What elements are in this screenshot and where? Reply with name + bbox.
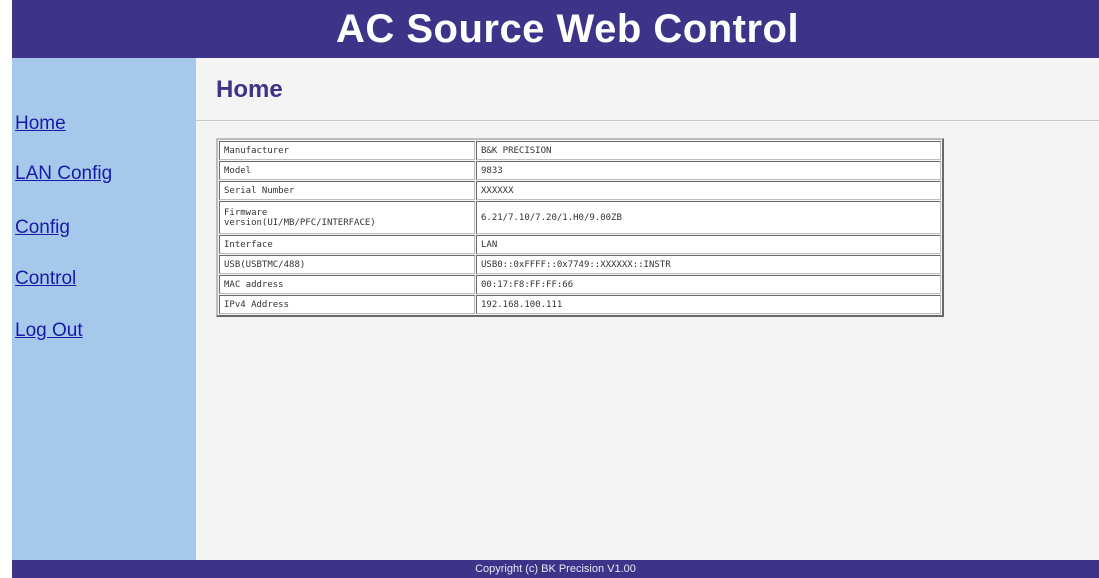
table-row: Serial Number XXXXXX bbox=[219, 181, 941, 200]
app-header: AC Source Web Control bbox=[12, 0, 1099, 58]
sidebar-item-home[interactable]: Home bbox=[15, 113, 66, 135]
main-content: Home Manufacturer B&K PRECISION Model 98… bbox=[196, 58, 1099, 560]
firmware-label: Firmware version(UI/MB/PFC/INTERFACE) bbox=[219, 201, 475, 234]
usb-label: USB(USBTMC/488) bbox=[219, 255, 475, 274]
serial-number-label: Serial Number bbox=[219, 181, 475, 200]
table-row: USB(USBTMC/488) USB0::0xFFFF::0x7749::XX… bbox=[219, 255, 941, 274]
model-label: Model bbox=[219, 161, 475, 180]
page-title: Home bbox=[216, 76, 283, 103]
sidebar-item-config[interactable]: Config bbox=[15, 217, 70, 239]
interface-label: Interface bbox=[219, 235, 475, 254]
table-row: IPv4 Address 192.168.100.111 bbox=[219, 295, 941, 314]
table-row: MAC address 00:17:F8:FF:FF:66 bbox=[219, 275, 941, 294]
model-value: 9833 bbox=[476, 161, 941, 180]
title-divider bbox=[196, 120, 1099, 121]
sidebar-item-lan-config[interactable]: LAN Config bbox=[15, 163, 112, 185]
device-info-table: Manufacturer B&K PRECISION Model 9833 Se… bbox=[216, 138, 944, 317]
firmware-label-line1: Firmware bbox=[224, 207, 268, 218]
manufacturer-label: Manufacturer bbox=[219, 141, 475, 160]
firmware-label-line2: version(UI/MB/PFC/INTERFACE) bbox=[224, 217, 376, 228]
table-row: Manufacturer B&K PRECISION bbox=[219, 141, 941, 160]
mac-address-value: 00:17:F8:FF:FF:66 bbox=[476, 275, 941, 294]
sidebar-item-log-out[interactable]: Log Out bbox=[15, 320, 83, 342]
interface-value: LAN bbox=[476, 235, 941, 254]
mac-address-label: MAC address bbox=[219, 275, 475, 294]
app-title: AC Source Web Control bbox=[335, 6, 800, 51]
ipv4-address-value: 192.168.100.111 bbox=[476, 295, 941, 314]
manufacturer-value: B&K PRECISION bbox=[476, 141, 941, 160]
table-row: Interface LAN bbox=[219, 235, 941, 254]
serial-number-value: XXXXXX bbox=[476, 181, 941, 200]
firmware-value: 6.21/7.10/7.20/1.H0/9.00ZB bbox=[476, 201, 941, 234]
ipv4-address-label: IPv4 Address bbox=[219, 295, 475, 314]
usb-value: USB0::0xFFFF::0x7749::XXXXXX::INSTR bbox=[476, 255, 941, 274]
sidebar-item-control[interactable]: Control bbox=[15, 268, 76, 290]
table-row: Model 9833 bbox=[219, 161, 941, 180]
copyright-text: Copyright (c) BK Precision V1.00 bbox=[475, 563, 636, 575]
table-row: Firmware version(UI/MB/PFC/INTERFACE) 6.… bbox=[219, 201, 941, 234]
sidebar-nav: Home LAN Config Config Control Log Out bbox=[12, 58, 196, 560]
footer: Copyright (c) BK Precision V1.00 bbox=[12, 560, 1099, 578]
